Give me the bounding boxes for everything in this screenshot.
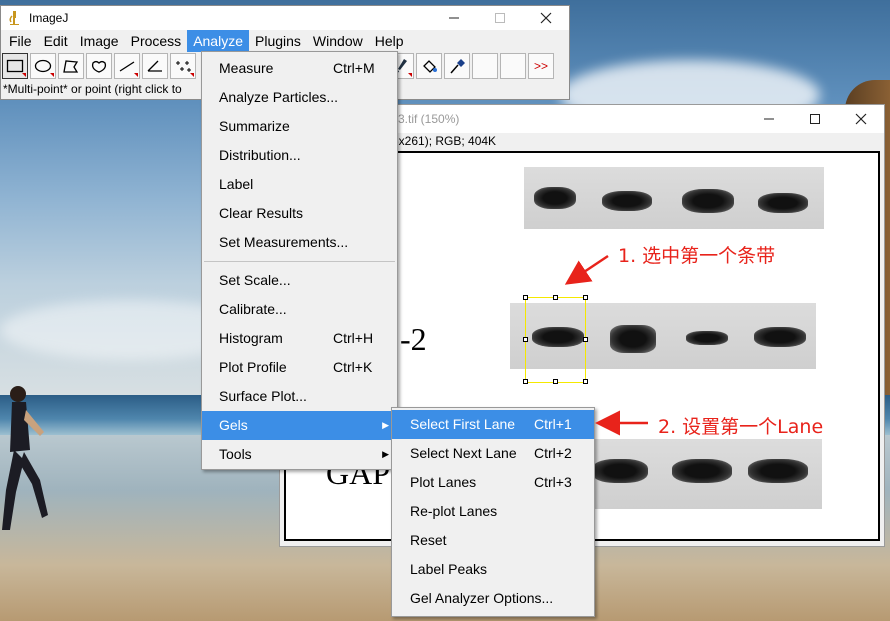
annotation-step2: 2. 设置第一个Lane — [658, 416, 824, 438]
annotation-step1: 1. 选中第一个条带 — [618, 245, 776, 267]
arrow-step1 — [564, 254, 609, 285]
annotation-arrows — [564, 254, 648, 436]
